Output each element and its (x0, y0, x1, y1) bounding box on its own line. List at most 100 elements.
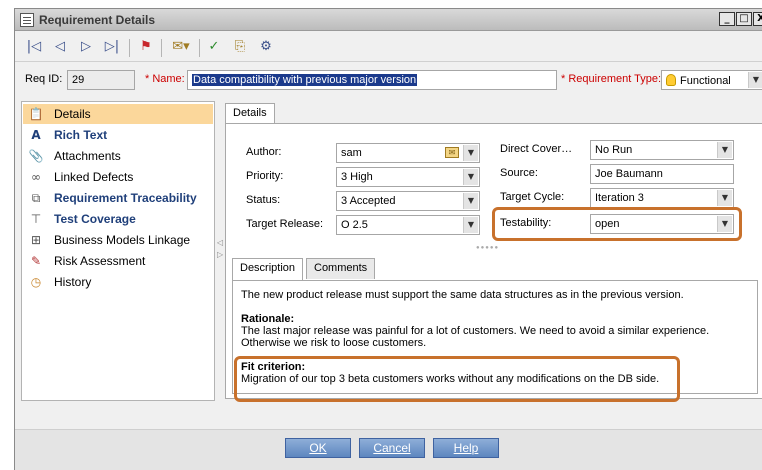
tab-description[interactable]: Description (232, 258, 304, 280)
chevron-down-icon[interactable]: ▼ (463, 193, 478, 209)
rationale-line: Otherwise we risk to loose customers. (241, 337, 427, 349)
chevron-down-icon[interactable]: ▼ (717, 190, 732, 206)
priority-select[interactable]: 3 High ▼ (336, 167, 480, 187)
target-release-label: Target Release: (246, 218, 324, 230)
name-input[interactable]: Data compatibility with previous major v… (187, 70, 557, 90)
source-label: Source: (500, 167, 538, 179)
source-input[interactable]: Joe Baumann (590, 164, 734, 184)
title-bar[interactable]: Requirement Details _ □ X (15, 9, 762, 31)
email-icon[interactable]: ✉ (445, 147, 459, 158)
sidebar-item-rich-text[interactable]: A Rich Text (28, 125, 210, 145)
author-field[interactable]: sam ✉ ▼ (336, 143, 480, 163)
spelling-icon[interactable]: ✓ (205, 39, 223, 55)
direct-coverage-value: No Run (595, 144, 633, 156)
flag-icon[interactable]: ⚑ (137, 39, 155, 55)
history-icon: ◷ (30, 275, 42, 289)
sidebar-item-attachments[interactable]: 📎 Attachments (28, 146, 210, 166)
sidebar-item-label: Risk Assessment (54, 254, 146, 268)
sidebar-item-label: Requirement Traceability (54, 191, 197, 205)
target-cycle-value: Iteration 3 (595, 192, 644, 204)
minimize-button[interactable]: _ (719, 12, 735, 26)
close-button[interactable]: X (753, 12, 762, 26)
chevron-down-icon[interactable]: ▼ (463, 169, 478, 185)
app-icon (20, 13, 34, 27)
paperclip-icon: 📎 (28, 149, 44, 163)
requirement-type-select[interactable]: Functional ▼ (661, 70, 762, 90)
sidebar: 📋 Details A Rich Text 📎 Attachments ∞ Linked… (21, 101, 215, 401)
sidebar-item-label: History (54, 275, 92, 289)
link-icon: ∞ (31, 170, 41, 184)
sidebar-item-risk-assessment[interactable]: ✎ Risk Assessment (28, 251, 210, 271)
spelling-options-icon[interactable]: ⚙ (257, 39, 275, 55)
chevron-down-icon[interactable]: ▼ (748, 72, 762, 88)
requirement-type-value: Functional (680, 75, 731, 87)
direct-coverage-select[interactable]: No Run ▼ (590, 140, 734, 160)
tab-comments[interactable]: Comments (306, 258, 376, 279)
business-model-icon: ⊞ (30, 233, 42, 247)
target-release-value: O 2.5 (341, 219, 368, 231)
sidebar-item-label: Rich Text (54, 128, 108, 142)
panel-splitter[interactable]: ◁ ▷ (217, 237, 223, 261)
help-button[interactable]: Help (433, 438, 499, 458)
direct-coverage-label: Direct Cover… (500, 143, 573, 155)
sidebar-item-linked-defects[interactable]: ∞ Linked Defects (28, 167, 210, 187)
name-label: * Name: (145, 73, 185, 85)
description-line: The new product release must support the… (241, 289, 684, 301)
rich-text-icon: A (31, 128, 41, 142)
sidebar-item-test-coverage[interactable]: ⊤ Test Coverage (28, 209, 210, 229)
sidebar-item-history[interactable]: ◷ History (28, 272, 210, 292)
sidebar-item-label: Business Models Linkage (54, 233, 191, 247)
req-id-field: 29 (67, 70, 135, 90)
maximize-button[interactable]: □ (736, 12, 752, 26)
author-value: sam (341, 147, 362, 159)
email-icon[interactable]: ✉▾ (167, 39, 195, 55)
sidebar-item-label: Details (54, 107, 91, 121)
cancel-button[interactable]: Cancel (359, 438, 425, 458)
ok-button[interactable]: OK (285, 438, 351, 458)
status-select[interactable]: 3 Accepted ▼ (336, 191, 480, 211)
target-cycle-label: Target Cycle: (500, 191, 565, 203)
rationale-line: The last major release was painful for a… (241, 325, 710, 337)
requirement-header-row: Req ID: 29 * Name: Data compatibility wi… (15, 69, 762, 95)
chevron-down-icon[interactable]: ▼ (463, 145, 478, 161)
toolbar-separator (129, 39, 130, 57)
priority-value: 3 High (341, 171, 373, 183)
sidebar-item-details[interactable]: 📋 Details (23, 104, 213, 124)
sidebar-item-label: Attachments (54, 149, 121, 163)
thesaurus-icon[interactable]: ⎘ (231, 39, 249, 55)
toolbar: |◁ ◁ ▷ ▷| ⚑ ✉▾ ✓ ⎘ ⚙ (15, 32, 762, 62)
target-cycle-select[interactable]: Iteration 3 ▼ (590, 188, 734, 208)
sidebar-item-label: Test Coverage (54, 212, 136, 226)
splitter-handle[interactable]: ●●●●● (476, 245, 499, 251)
sidebar-item-label: Linked Defects (54, 170, 134, 184)
source-value: Joe Baumann (595, 168, 663, 180)
previous-record-icon[interactable]: ◁ (51, 39, 69, 55)
window-title: Requirement Details (39, 13, 156, 27)
status-label: Status: (246, 194, 281, 206)
last-record-icon[interactable]: ▷| (103, 39, 121, 55)
author-label: Author: (246, 146, 282, 158)
sidebar-item-requirement-traceability[interactable]: ⧉ Requirement Traceability (28, 188, 210, 208)
rationale-heading: Rationale: (241, 313, 295, 325)
first-record-icon[interactable]: |◁ (25, 39, 43, 55)
req-id-value: 29 (72, 74, 85, 86)
sidebar-item-business-models-linkage[interactable]: ⊞ Business Models Linkage (28, 230, 210, 250)
dialog-button-bar: OK Cancel Help (15, 429, 762, 470)
priority-label: Priority: (246, 170, 284, 182)
requirement-type-label: * Requirement Type: (561, 73, 662, 85)
next-record-icon[interactable]: ▷ (77, 39, 95, 55)
target-release-select[interactable]: O 2.5 ▼ (336, 215, 480, 235)
chevron-down-icon[interactable]: ▼ (463, 217, 478, 233)
status-value: 3 Accepted (341, 195, 396, 207)
details-panel: Details Author: sam ✉ ▼ Priority: 3 High… (225, 101, 762, 402)
testability-highlight (492, 207, 742, 241)
details-icon: 📋 (28, 107, 44, 121)
traceability-icon: ⧉ (31, 191, 41, 205)
details-form: Author: sam ✉ ▼ Priority: 3 High ▼ Statu… (225, 123, 762, 402)
lightbulb-icon (666, 74, 676, 86)
toolbar-separator (161, 39, 162, 57)
name-value: Data compatibility with previous major v… (192, 74, 418, 86)
tab-details[interactable]: Details (225, 103, 275, 123)
req-id-label: Req ID: (25, 73, 63, 85)
chevron-down-icon[interactable]: ▼ (717, 142, 732, 158)
